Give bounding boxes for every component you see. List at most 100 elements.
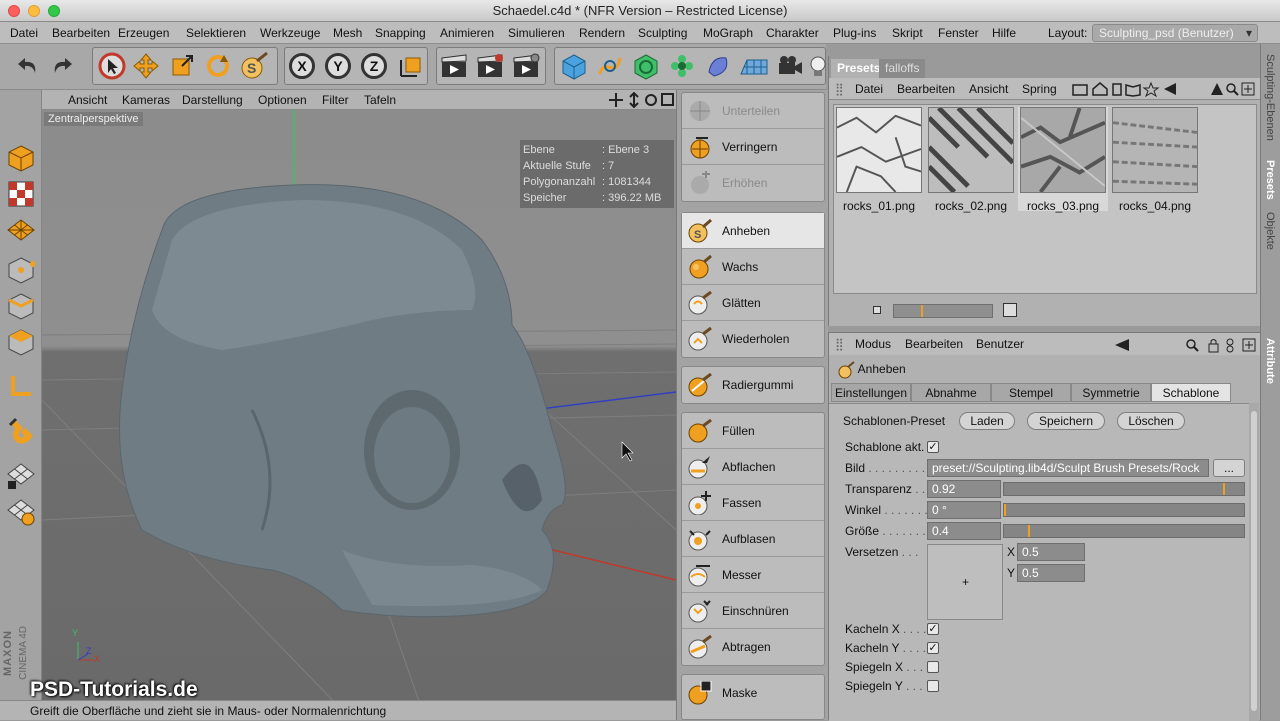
menu-charakter[interactable]: Charakter <box>766 22 819 44</box>
locked-workplane-button[interactable] <box>5 460 37 492</box>
speichern-button[interactable]: Speichern <box>1027 412 1105 430</box>
menu-animieren[interactable]: Animieren <box>440 22 494 44</box>
menu-rendern[interactable]: Rendern <box>579 22 625 44</box>
kacheln-x-checkbox[interactable]: ✓ <box>927 623 939 635</box>
thumbnail-size-slider[interactable] <box>833 300 1257 322</box>
spline-button[interactable] <box>594 49 626 83</box>
brush-aufblasen-button[interactable]: Aufblasen <box>682 521 824 557</box>
skull-model[interactable] <box>119 184 566 618</box>
groesse-slider[interactable] <box>1003 524 1245 538</box>
attr-menu-bearbeiten[interactable]: Bearbeiten <box>905 333 963 355</box>
preset-item-selected[interactable]: rocks_03.png <box>1018 107 1108 213</box>
z-axis-lock-button[interactable]: Z <box>358 49 390 83</box>
book-icon[interactable] <box>1125 84 1141 97</box>
brush-verringern-button[interactable]: Verringern <box>682 129 824 165</box>
slider-handle[interactable] <box>1004 504 1006 516</box>
sculpt-brush-tool-button[interactable]: S <box>238 49 270 83</box>
link-icon[interactable] <box>1226 338 1234 353</box>
attr-menu-modus[interactable]: Modus <box>855 333 891 355</box>
winkel-slider[interactable] <box>1003 503 1245 517</box>
cube-object-button[interactable] <box>558 49 590 83</box>
menu-erzeugen[interactable]: Erzeugen <box>118 22 169 44</box>
brush-glaetten-button[interactable]: Glätten <box>682 285 824 321</box>
move-tool-button[interactable] <box>130 49 162 83</box>
render-settings-button[interactable] <box>510 49 542 83</box>
slider-handle[interactable] <box>1028 525 1030 537</box>
offset-y-field[interactable]: 0.5 <box>1017 564 1085 582</box>
thumb-size-handle[interactable] <box>921 305 923 317</box>
back-arrow-icon[interactable] <box>1164 83 1176 95</box>
spiegeln-x-checkbox[interactable] <box>927 661 939 673</box>
points-mode-button[interactable] <box>5 254 37 286</box>
tab-symmetrie[interactable]: Symmetrie <box>1071 383 1151 402</box>
rotate-tool-button[interactable] <box>202 49 234 83</box>
tab-falloffs[interactable]: falloffs <box>879 59 926 78</box>
y-axis-lock-button[interactable]: Y <box>322 49 354 83</box>
move-view-icon[interactable] <box>609 93 623 107</box>
menu-selektieren[interactable]: Selektieren <box>186 22 246 44</box>
menu-datei[interactable]: Datei <box>10 22 38 44</box>
brush-unterteilen-button[interactable]: Unterteilen <box>682 93 824 129</box>
axis-mode-button[interactable] <box>5 370 37 402</box>
preset-item[interactable]: rocks_04.png <box>1110 107 1200 213</box>
back-arrow-icon[interactable] <box>1115 339 1129 351</box>
brush-fuellen-button[interactable]: Füllen <box>682 413 824 449</box>
undo-button[interactable] <box>12 49 44 83</box>
3d-viewport[interactable]: Y X Z Zentralperspektive Ebene: Ebene 3 … <box>42 110 676 700</box>
bild-path-field[interactable]: preset://Sculpting.lib4d/Sculpt Brush Pr… <box>927 459 1209 477</box>
brush-anheben-button[interactable]: S Anheben <box>682 213 824 249</box>
sidetab-sculpting-ebenen[interactable]: Sculpting-Ebenen <box>1264 54 1276 141</box>
thumb-size-track[interactable] <box>893 304 993 318</box>
lock-icon[interactable] <box>1208 339 1219 353</box>
new-window-icon[interactable] <box>1242 338 1256 352</box>
model-mode-button[interactable] <box>5 142 37 174</box>
sidetab-objekte[interactable]: Objekte <box>1264 212 1276 250</box>
render-picture-viewer-button[interactable] <box>474 49 506 83</box>
kacheln-y-checkbox[interactable]: ✓ <box>927 642 939 654</box>
attr-scrollbar[interactable] <box>1249 403 1259 721</box>
up-arrow-icon[interactable] <box>1211 83 1223 95</box>
browse-button[interactable]: ... <box>1213 459 1245 477</box>
presets-menu-bearbeiten[interactable]: Bearbeiten <box>897 78 955 100</box>
brush-maske-button[interactable]: Maske <box>682 675 824 711</box>
brush-fassen-button[interactable]: Fassen <box>682 485 824 521</box>
x-axis-lock-button[interactable]: X <box>286 49 318 83</box>
workplane-mode-button[interactable] <box>5 214 37 246</box>
slider-handle[interactable] <box>1223 483 1225 495</box>
scrollbar-thumb[interactable] <box>1251 411 1257 711</box>
brush-radiergummi-button[interactable]: Radiergummi <box>682 367 824 403</box>
presets-menu-spring[interactable]: Spring <box>1022 78 1057 100</box>
viewport-menu-ansicht[interactable]: Ansicht <box>68 90 107 110</box>
scale-tool-button[interactable] <box>166 49 198 83</box>
offset-x-field[interactable]: 0.5 <box>1017 543 1085 561</box>
star-icon[interactable] <box>1142 81 1160 97</box>
snapping-button[interactable] <box>5 414 37 446</box>
folder-icon[interactable] <box>1072 84 1088 96</box>
menu-skript[interactable]: Skript <box>892 22 923 44</box>
menu-fenster[interactable]: Fenster <box>938 22 979 44</box>
dolly-view-icon[interactable] <box>629 92 639 108</box>
attr-menu-benutzer[interactable]: Benutzer <box>976 333 1024 355</box>
drag-handle-icon[interactable]: ⣿ <box>835 333 844 355</box>
select-tool-button[interactable] <box>96 49 128 83</box>
search-icon[interactable] <box>1186 339 1199 352</box>
close-window-button[interactable] <box>8 5 20 17</box>
menu-simulieren[interactable]: Simulieren <box>508 22 565 44</box>
coordinate-system-button[interactable] <box>394 49 426 83</box>
viewport-menu-optionen[interactable]: Optionen <box>258 90 307 110</box>
schablone-akt-checkbox[interactable]: ✓ <box>927 441 939 453</box>
menu-sculpting[interactable]: Sculpting <box>638 22 687 44</box>
viewport-menu-darstellung[interactable]: Darstellung <box>182 90 243 110</box>
preset-item[interactable]: rocks_01.png <box>834 107 924 213</box>
transparenz-slider[interactable] <box>1003 482 1245 496</box>
laden-button[interactable]: Laden <box>959 412 1015 430</box>
mograph-cloner-button[interactable] <box>666 49 698 83</box>
tab-abnahme[interactable]: Abnahme <box>911 383 991 402</box>
render-view-button[interactable] <box>438 49 470 83</box>
menu-mesh[interactable]: Mesh <box>333 22 362 44</box>
brush-abtragen-button[interactable]: Abtragen <box>682 629 824 665</box>
zoom-window-button[interactable] <box>48 5 60 17</box>
tab-einstellungen[interactable]: Einstellungen <box>831 383 911 402</box>
search-icon[interactable] <box>1226 83 1239 96</box>
groesse-field[interactable]: 0.4 <box>927 522 1001 540</box>
